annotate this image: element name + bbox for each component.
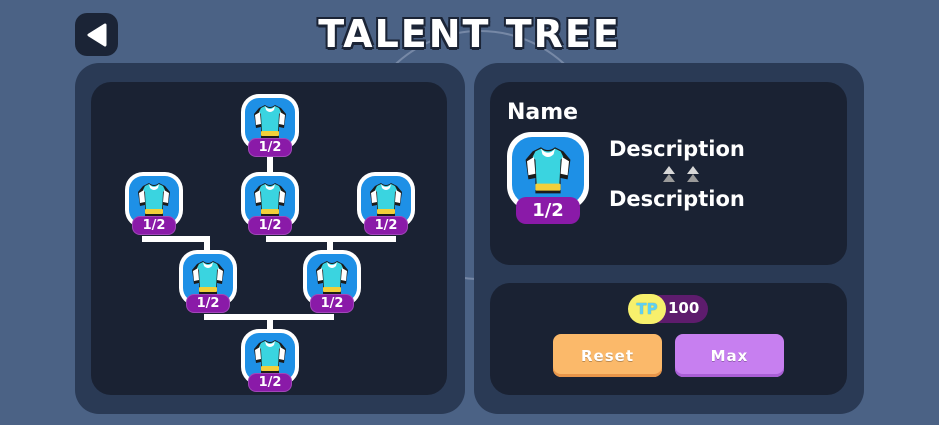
- page-title: TALENT TREE: [318, 12, 621, 56]
- shirt-icon: [366, 180, 406, 220]
- talent-node-row3-right[interactable]: 1/2: [303, 250, 361, 313]
- talent-points-display: TP 100: [628, 294, 708, 324]
- shirt-icon: [134, 180, 174, 220]
- shirt-icon: [250, 337, 290, 377]
- talent-node-row3-left[interactable]: 1/2: [179, 250, 237, 313]
- level-badge: 1/2: [364, 216, 408, 235]
- talent-node-row2-right[interactable]: 1/2: [357, 172, 415, 235]
- talent-node-top[interactable]: 1/2: [241, 94, 299, 157]
- connector-line: [142, 236, 210, 242]
- shirt-icon: [250, 180, 290, 220]
- reset-button[interactable]: Reset: [553, 334, 662, 377]
- shirt-icon: [250, 102, 290, 142]
- talent-node-row2-left[interactable]: 1/2: [125, 172, 183, 235]
- level-badge: 1/2: [248, 216, 292, 235]
- level-badge: 1/2: [310, 294, 354, 313]
- talent-name: Name: [507, 100, 579, 125]
- level-badge: 1/2: [186, 294, 230, 313]
- talent-node-bottom[interactable]: 1/2: [241, 329, 299, 392]
- shirt-icon: [520, 143, 576, 199]
- shirt-icon: [188, 258, 228, 298]
- shirt-icon: [312, 258, 352, 298]
- max-button[interactable]: Max: [675, 334, 784, 377]
- tp-icon: TP: [628, 294, 666, 324]
- level-badge: 1/2: [248, 138, 292, 157]
- tp-value: 100: [668, 299, 700, 317]
- description-bottom: Description: [609, 187, 745, 211]
- up-arrows-icon: [663, 166, 699, 182]
- level-badge: 1/2: [132, 216, 176, 235]
- description-top: Description: [609, 137, 745, 161]
- detail-talent-icon: 1/2: [507, 132, 589, 224]
- level-badge: 1/2: [248, 373, 292, 392]
- level-badge: 1/2: [516, 197, 580, 224]
- talent-node-row2-center[interactable]: 1/2: [241, 172, 299, 235]
